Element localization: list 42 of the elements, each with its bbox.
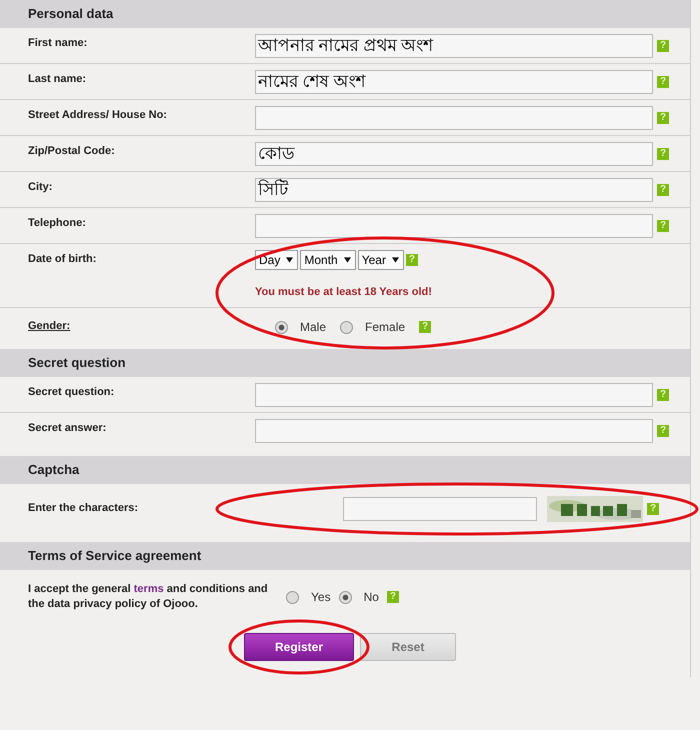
radio-label[interactable]: Yes — [311, 590, 331, 604]
reset-button[interactable]: Reset — [360, 633, 456, 661]
input-field[interactable]: আপনার নামের প্রথম অংশ — [255, 34, 653, 58]
radio-label[interactable]: Female — [365, 320, 406, 334]
input-field[interactable]: নামের শেষ অংশ — [255, 70, 653, 94]
input-field[interactable] — [255, 419, 653, 443]
radio-label[interactable]: Male — [300, 320, 326, 334]
terms-text: I accept the general terms and conditions and the data privacy policy of Ojooo. — [28, 582, 268, 612]
field-label: Enter the characters: — [28, 501, 140, 516]
field-label: Date of birth: — [28, 252, 98, 267]
radio-button[interactable] — [275, 320, 288, 334]
field-label: Telephone: — [28, 216, 87, 231]
section-header: Secret question — [0, 349, 690, 377]
radio-button[interactable] — [286, 590, 299, 604]
section-header: Captcha — [0, 456, 690, 484]
radio-label[interactable]: No — [364, 590, 379, 604]
radio-button[interactable] — [338, 590, 352, 604]
dropdown[interactable]: Year — [358, 250, 404, 270]
input-field[interactable] — [255, 106, 653, 130]
dropdown[interactable]: Day — [255, 250, 298, 270]
terms-link[interactable]: terms — [134, 583, 164, 595]
field-label: City: — [28, 180, 54, 195]
input-field[interactable] — [255, 214, 653, 238]
field-label: First name: — [28, 36, 88, 51]
input-field[interactable] — [255, 383, 653, 407]
register-button[interactable]: Register — [244, 633, 354, 661]
dropdown[interactable]: Month — [300, 250, 356, 270]
field-label: Last name: — [28, 72, 88, 87]
field-label: Street Address/ House No: — [28, 108, 168, 123]
caret-icon — [344, 257, 351, 263]
field-label: Secret question: — [28, 385, 116, 400]
section-header: Terms of Service agreement — [0, 542, 690, 570]
caret-icon — [286, 257, 294, 263]
caret-icon — [392, 257, 399, 263]
input-field[interactable] — [343, 497, 537, 521]
radio-button[interactable] — [340, 320, 354, 334]
age-warning: You must be at least 18 Years old! — [255, 286, 432, 298]
input-field[interactable]: কোড — [255, 142, 653, 166]
section-header: Personal data — [0, 0, 690, 28]
field-label: Secret answer: — [28, 421, 108, 436]
field-label: Gender: — [28, 319, 72, 334]
field-label: Zip/Postal Code: — [28, 144, 116, 159]
